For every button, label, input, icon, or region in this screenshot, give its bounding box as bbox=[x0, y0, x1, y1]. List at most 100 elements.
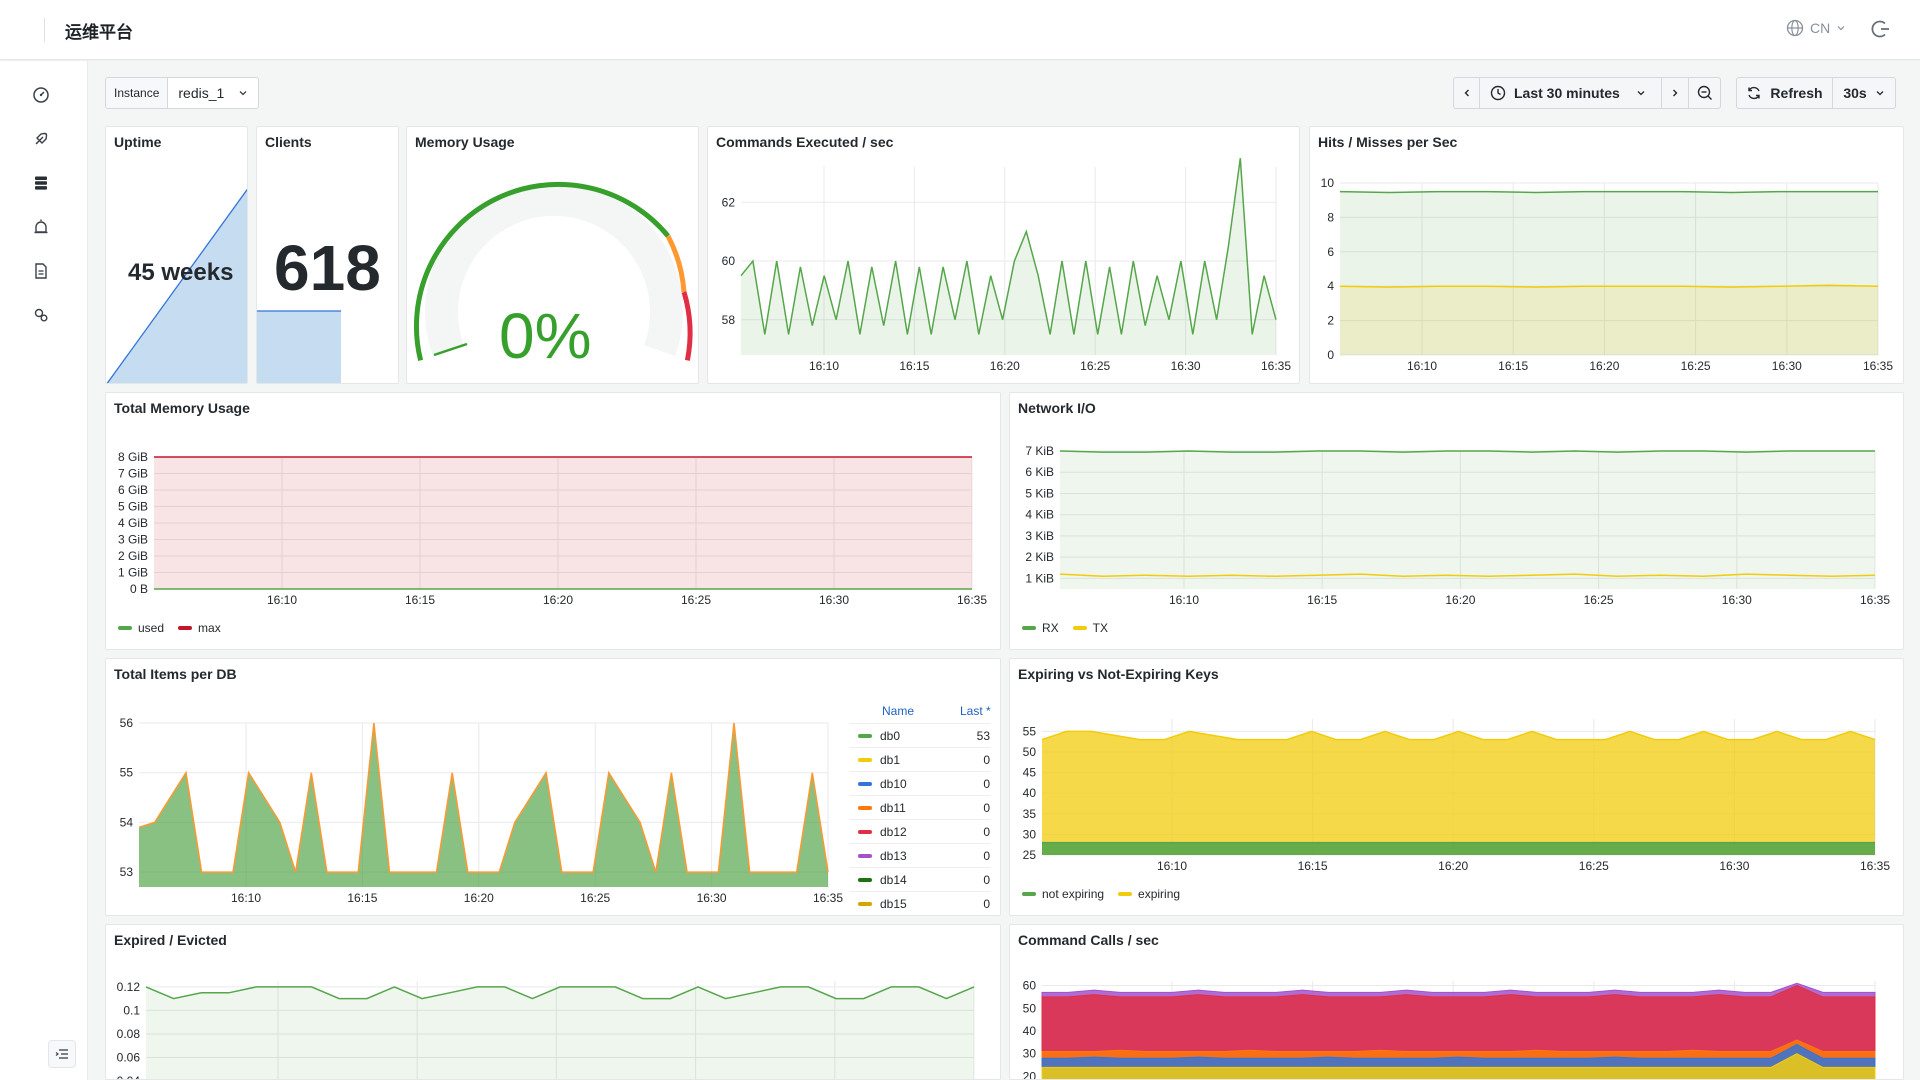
series-area bbox=[146, 986, 974, 1079]
y-tick-label: 0.1 bbox=[123, 1003, 140, 1017]
legend-swatch bbox=[1022, 892, 1036, 896]
db-table-row[interactable]: db10 0 bbox=[850, 771, 990, 795]
legend-item[interactable]: max bbox=[178, 621, 221, 635]
legend-item[interactable]: RX bbox=[1022, 621, 1059, 635]
x-tick-label: 16:15 bbox=[899, 359, 929, 373]
y-tick-label: 40 bbox=[1023, 786, 1037, 800]
y-tick-label: 55 bbox=[1023, 724, 1037, 738]
x-tick-label: 16:30 bbox=[697, 891, 727, 905]
instance-label: Instance bbox=[105, 77, 169, 109]
x-tick-label: 16:30 bbox=[1772, 359, 1802, 373]
y-tick-label: 2 KiB bbox=[1025, 550, 1054, 564]
db-name: db0 bbox=[880, 728, 901, 743]
panel-title: Clients bbox=[265, 134, 312, 150]
legend-swatch bbox=[858, 853, 872, 858]
menu-collapse-icon bbox=[55, 1049, 68, 1059]
legend-swatch bbox=[858, 805, 872, 810]
x-tick-label: 16:25 bbox=[1681, 359, 1711, 373]
refresh-button[interactable]: Refresh bbox=[1736, 77, 1833, 109]
legend-label: not expiring bbox=[1042, 887, 1105, 901]
db-table-row[interactable]: db14 0 bbox=[850, 867, 990, 891]
chart-canvas: 20 30 40 50 60 bbox=[1023, 979, 1876, 1079]
x-tick-label: 16:25 bbox=[580, 891, 610, 905]
y-tick-label: 3 KiB bbox=[1025, 529, 1054, 543]
y-tick-label: 6 GiB bbox=[118, 483, 148, 497]
y-tick-label: 0 B bbox=[130, 582, 148, 596]
y-tick-label: 50 bbox=[1023, 745, 1037, 759]
refresh-label: Refresh bbox=[1770, 85, 1823, 101]
db-last-value: 0 bbox=[983, 800, 990, 815]
refresh-controls: Refresh 30s bbox=[1736, 77, 1896, 109]
db-name: db11 bbox=[880, 800, 906, 815]
refresh-interval-value: 30s bbox=[1843, 85, 1867, 101]
y-tick-label: 60 bbox=[1023, 979, 1037, 993]
x-tick-label: 16:10 bbox=[1407, 359, 1437, 373]
y-tick-label: 25 bbox=[1023, 848, 1037, 862]
total-memory-panel: 16:10 16:15 16:20 16:25 16:30 16:35 0 B 1 GiB 2 … bbox=[105, 392, 1001, 650]
legend-item[interactable]: used bbox=[118, 621, 164, 635]
logout-button[interactable] bbox=[1870, 18, 1892, 45]
db-table-row[interactable]: db12 0 bbox=[850, 819, 990, 843]
time-forward-button[interactable] bbox=[1662, 77, 1689, 109]
y-tick-label: 1 KiB bbox=[1025, 571, 1054, 585]
x-tick-label: 16:10 bbox=[267, 593, 297, 607]
expired-evicted-panel: 0.04 0.06 0.08 0.1 0.12 Expired / Evicted bbox=[105, 924, 1001, 1080]
nav-dashboard[interactable] bbox=[30, 84, 52, 106]
nav-database[interactable] bbox=[30, 172, 52, 194]
y-tick-label: 7 GiB bbox=[118, 467, 148, 481]
commands-panel: 16:10 16:15 16:20 16:25 16:30 16:35 58 60 62 Com… bbox=[707, 126, 1300, 384]
series-area bbox=[741, 158, 1276, 355]
time-range-picker[interactable]: Last 30 minutes bbox=[1480, 77, 1662, 109]
instance-dropdown[interactable]: redis_1 bbox=[168, 77, 260, 109]
name-column-header[interactable]: Name bbox=[850, 704, 960, 718]
legend-item[interactable]: expiring bbox=[1118, 887, 1180, 901]
sidebar-collapse-button[interactable] bbox=[48, 1040, 76, 1068]
db-name-cell: db13 bbox=[850, 849, 960, 863]
time-range-label: Last 30 minutes bbox=[1514, 85, 1620, 101]
y-tick-label: 0.04 bbox=[117, 1074, 141, 1079]
zoom-out-button[interactable] bbox=[1689, 77, 1721, 109]
nav-documents[interactable] bbox=[30, 260, 52, 282]
document-icon bbox=[35, 263, 47, 279]
language-switcher[interactable]: CN bbox=[1786, 19, 1846, 37]
network-legend: RX TX bbox=[1022, 621, 1108, 635]
dashboard-icon bbox=[33, 87, 49, 103]
db-table-row[interactable]: db15 0 bbox=[850, 891, 990, 915]
alarm-icon bbox=[34, 219, 48, 234]
y-tick-label: 6 bbox=[1327, 245, 1334, 259]
legend-label: expiring bbox=[1138, 887, 1181, 901]
panel-title: Network I/O bbox=[1018, 400, 1096, 416]
x-tick-label: 16:15 bbox=[1298, 859, 1328, 873]
total-memory-legend: used max bbox=[118, 621, 221, 635]
refresh-interval-dropdown[interactable]: 30s bbox=[1833, 77, 1896, 109]
db-table-row[interactable]: db11 0 bbox=[850, 795, 990, 819]
panel-title: Expiring vs Not-Expiring Keys bbox=[1018, 666, 1219, 682]
legend-label: RX bbox=[1042, 621, 1059, 635]
last-column-header[interactable]: Last * bbox=[960, 704, 991, 718]
time-back-button[interactable] bbox=[1453, 77, 1480, 109]
network-io-panel: 16:10 16:15 16:20 16:25 16:30 16:35 1 KiB 2 KiB… bbox=[1009, 392, 1904, 650]
nav-alarm[interactable] bbox=[30, 216, 52, 238]
nav-deploy[interactable] bbox=[30, 128, 52, 150]
y-tick-label: 45 bbox=[1023, 766, 1037, 780]
language-label: CN bbox=[1810, 20, 1831, 36]
panel-title: Total Memory Usage bbox=[114, 400, 250, 416]
db-table-row[interactable]: db13 0 bbox=[850, 843, 990, 867]
uptime-value: 45 weeks bbox=[128, 259, 234, 286]
panel-title: Expired / Evicted bbox=[114, 932, 227, 948]
nav-settings[interactable] bbox=[30, 304, 52, 326]
legend-item[interactable]: TX bbox=[1072, 621, 1108, 635]
x-tick-label: 16:35 bbox=[813, 891, 843, 905]
y-tick-label: 53 bbox=[120, 865, 134, 879]
db-table-row[interactable]: db0 53 bbox=[850, 723, 990, 747]
y-tick-label: 8 bbox=[1327, 210, 1334, 224]
db-name-cell: db15 bbox=[850, 897, 960, 911]
x-tick-label: 16:20 bbox=[1445, 593, 1475, 607]
database-icon bbox=[35, 176, 47, 190]
y-tick-label: 0.08 bbox=[117, 1027, 141, 1041]
db-last-value: 53 bbox=[976, 728, 990, 743]
y-tick-label: 60 bbox=[722, 254, 736, 268]
db-table-row[interactable]: db1 0 bbox=[850, 747, 990, 771]
legend-item[interactable]: not expiring bbox=[1022, 887, 1104, 901]
chevron-down-icon bbox=[1837, 26, 1845, 31]
